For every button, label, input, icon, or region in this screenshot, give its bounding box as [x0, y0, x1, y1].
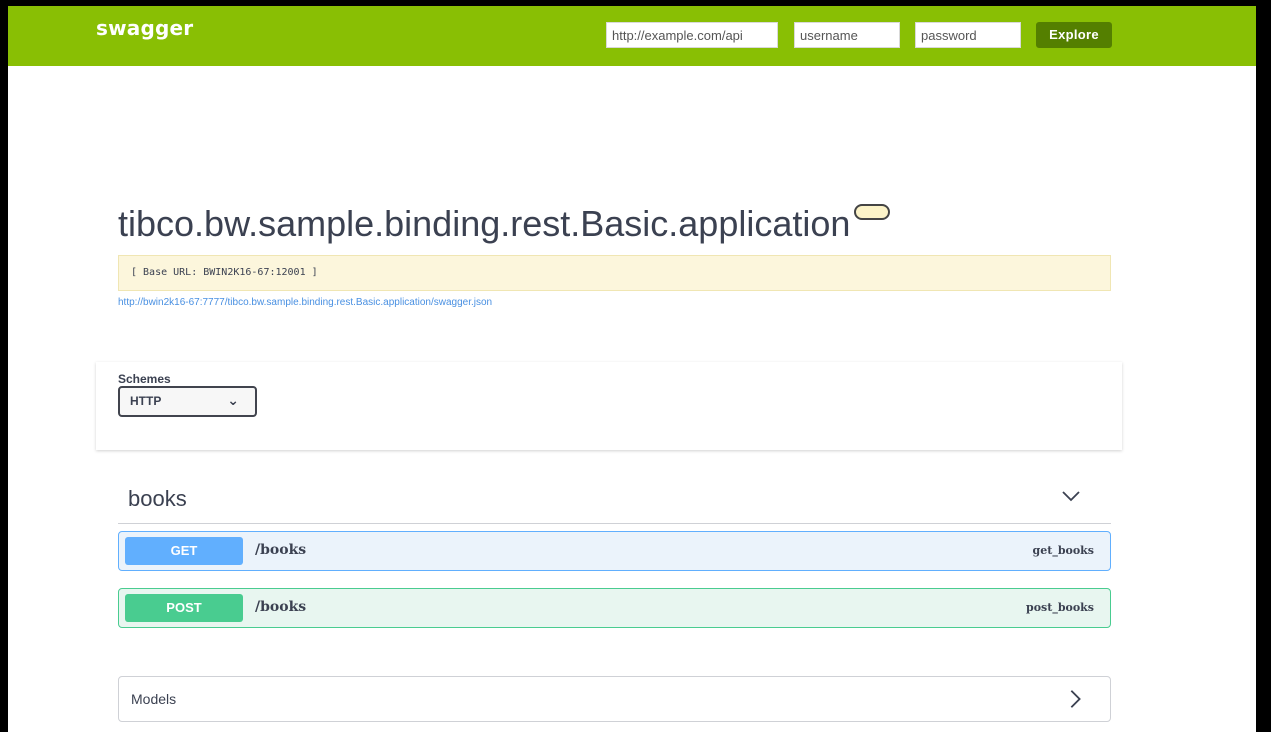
chevron-right-icon[interactable] — [1064, 688, 1086, 710]
models-label: Models — [131, 691, 177, 707]
models-section[interactable]: Models — [118, 676, 1111, 722]
chevron-down-icon[interactable] — [1059, 484, 1083, 508]
operation-id: post_books — [1026, 601, 1094, 614]
page-title: tibco.bw.sample.binding.rest.Basic.appli… — [118, 196, 1111, 252]
api-title: tibco.bw.sample.binding.rest.Basic.appli… — [118, 203, 851, 244]
schemes-select[interactable]: HTTP ⌄ — [118, 386, 257, 417]
operation-get-books[interactable]: GET /books get_books — [118, 531, 1111, 571]
api-info: tibco.bw.sample.binding.rest.Basic.appli… — [118, 196, 1111, 308]
schemes-selected-value: HTTP — [130, 394, 162, 408]
operation-id: get_books — [1032, 544, 1094, 557]
method-badge: POST — [125, 594, 243, 622]
method-badge: GET — [125, 537, 243, 565]
swagger-json-link[interactable]: http://bwin2k16-67:7777/tibco.bw.sample.… — [118, 297, 1111, 308]
schemes-section: Schemes HTTP ⌄ — [96, 362, 1122, 450]
top-bar: swagger Explore — [8, 0, 1256, 66]
password-input[interactable] — [915, 22, 1021, 48]
operation-post-books[interactable]: POST /books post_books — [118, 588, 1111, 628]
operation-path: /books — [255, 599, 307, 615]
schemes-label: Schemes — [118, 372, 171, 386]
tag-name: books — [128, 486, 187, 511]
swagger-logo[interactable]: swagger — [96, 16, 193, 40]
version-badge — [854, 204, 891, 220]
operation-path: /books — [255, 542, 307, 558]
api-url-input[interactable] — [606, 22, 778, 48]
username-input[interactable] — [794, 22, 900, 48]
base-url: [ Base URL: BWIN2K16-67:12001 ] — [118, 255, 1111, 291]
chevron-down-icon: ⌄ — [227, 393, 239, 409]
tag-header-books[interactable]: books — [118, 472, 1111, 524]
explore-button[interactable]: Explore — [1036, 22, 1112, 48]
